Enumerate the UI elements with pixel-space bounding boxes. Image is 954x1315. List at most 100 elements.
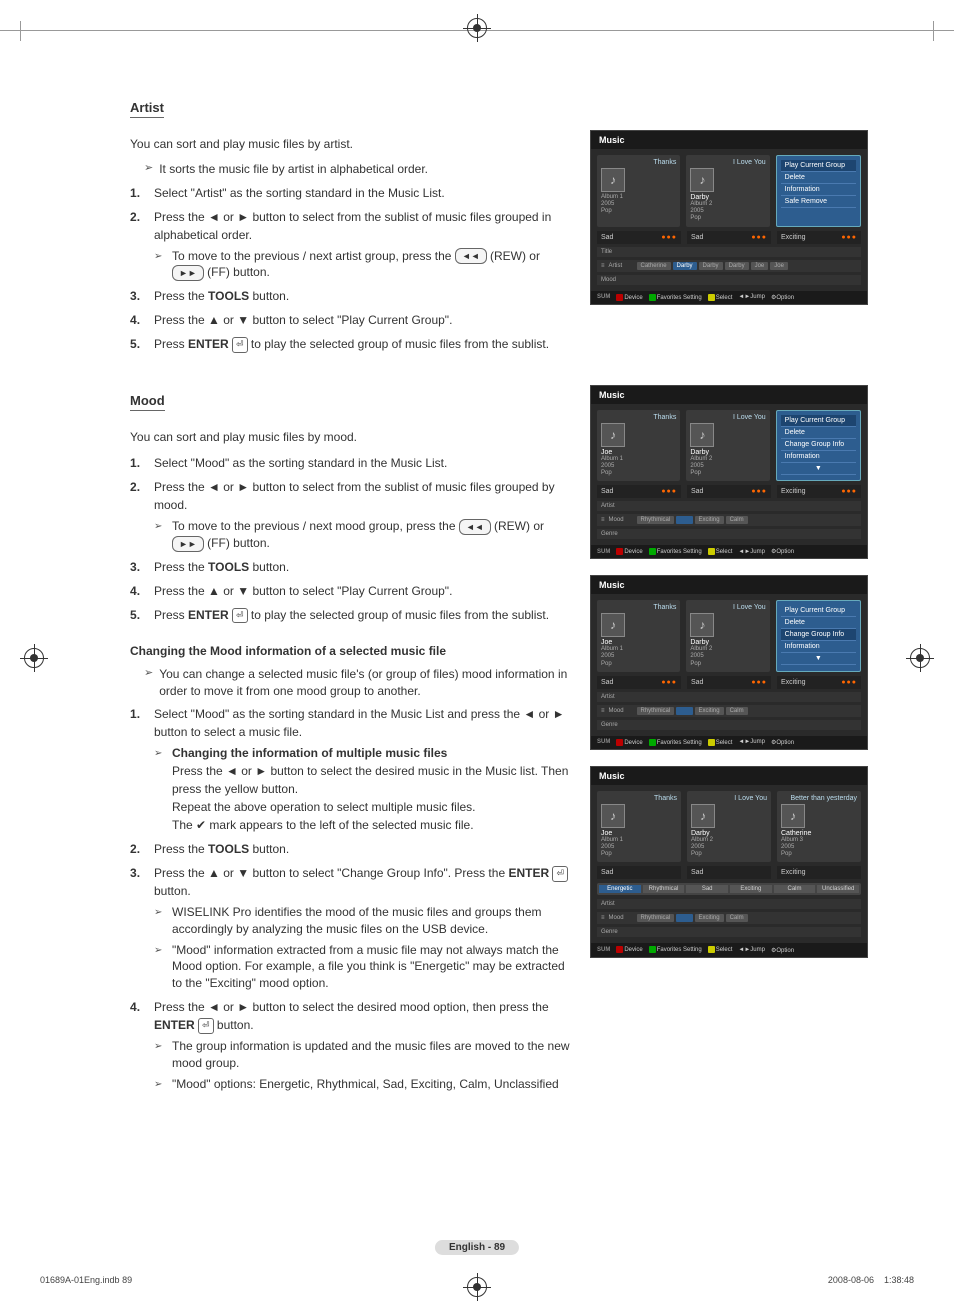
change-step-4-note2: "Mood" options: Energetic, Rhythmical, S… (154, 1076, 570, 1093)
sort-bar-title: Title (597, 247, 861, 257)
music-card: I Love You Darby Album 22005Pop (687, 791, 771, 863)
music-card: Thanks Joe Album 12005Pop (597, 791, 681, 863)
mood-selector: Energetic Rhythmical Sad Exciting Calm U… (597, 883, 861, 895)
tools-label: TOOLS (208, 289, 249, 303)
menu-item: Delete (781, 427, 856, 439)
menu-item: ▼ (781, 463, 856, 475)
sort-bar-mood: Mood (597, 275, 861, 285)
menu-item: Change Group Info (781, 439, 856, 451)
mood-tag: Sad●●● (597, 231, 681, 244)
menu-item: Delete (781, 617, 856, 629)
music-note-icon (601, 168, 625, 192)
artist-note: ➢ It sorts the music file by artist in a… (144, 161, 570, 178)
sort-bar-artist: Artist (597, 899, 861, 909)
enter-icon: ⏎ (198, 1018, 214, 1034)
registration-mark-icon (910, 648, 930, 668)
artist-step-2: Press the ◄ or ► button to select from t… (130, 208, 570, 282)
change-step-2: Press the TOOLS button. (130, 840, 570, 858)
screenshot-artist: Music Thanks Album 12005Pop I Love You D… (590, 130, 868, 305)
mood-step-2-note: To move to the previous / next mood grou… (154, 518, 570, 552)
change-step-3: Press the ▲ or ▼ button to select "Chang… (130, 864, 570, 992)
sort-bar-mood: ≡ Mood Rhythmical Exciting Calm (597, 705, 861, 717)
sort-icon: ≡ (601, 915, 605, 921)
ff-button-icon: ►► (172, 536, 204, 552)
sort-bar-mood: ≡ Mood Rhythmical Exciting Calm (597, 912, 861, 924)
mood-tag: Sad●●● (687, 676, 771, 689)
sort-bar-artist: Artist (597, 501, 861, 511)
music-card: Better than yesterday Catherine Album 32… (777, 791, 861, 863)
sort-bar-artist: Artist (597, 692, 861, 702)
menu-item: Delete (781, 172, 856, 184)
enter-label: ENTER (154, 1018, 195, 1032)
screenshot-mood-2: Music Thanks Joe Album 12005Pop I Love Y… (590, 575, 868, 750)
artist-step-4: Press the ▲ or ▼ button to select "Play … (130, 311, 570, 329)
sort-icon: ≡ (601, 517, 605, 523)
music-note-icon (601, 423, 625, 447)
mood-intro: You can sort and play music files by moo… (130, 429, 570, 446)
mood-tag: Exciting (777, 866, 861, 879)
sort-icon: ≡ (601, 263, 605, 269)
enter-icon: ⏎ (552, 866, 568, 882)
mood-step-2: Press the ◄ or ► button to select from t… (130, 478, 570, 552)
section-title-artist: Artist (130, 100, 164, 118)
artist-step-5: Press ENTER ⏎ to play the selected group… (130, 335, 570, 353)
menu-item: Play Current Group (781, 160, 856, 172)
mood-tag: Sad●●● (687, 485, 771, 498)
menu-item: Change Group Info (781, 629, 856, 641)
panel-title: Music (591, 576, 867, 594)
rew-button-icon: ◄◄ (459, 519, 491, 535)
context-menu: Play Current Group Delete Change Group I… (776, 410, 861, 482)
artist-step-3: Press the TOOLS button. (130, 287, 570, 305)
panel-title: Music (591, 131, 867, 149)
ff-button-icon: ►► (172, 265, 204, 281)
enter-label: ENTER (508, 866, 549, 880)
artist-note-text: It sorts the music file by artist in alp… (159, 161, 428, 178)
enter-icon: ⏎ (232, 337, 248, 353)
context-menu: Play Current Group Delete Information Sa… (776, 155, 861, 227)
menu-item: Play Current Group (781, 415, 856, 427)
mood-tag: Exciting●●● (777, 485, 861, 498)
panel-title: Music (591, 386, 867, 404)
mood-step-5: Press ENTER ⏎ to play the selected group… (130, 606, 570, 624)
artist-intro: You can sort and play music files by art… (130, 136, 570, 153)
section-title-mood: Mood (130, 393, 165, 411)
mood-tag: Sad●●● (687, 231, 771, 244)
change-step-4-note1: The group information is updated and the… (154, 1038, 570, 1072)
menu-item: Information (781, 641, 856, 653)
sort-bar-genre: Genre (597, 927, 861, 937)
tools-label: TOOLS (208, 560, 249, 574)
mood-tag: Sad●●● (597, 485, 681, 498)
artist-step-1: Select "Artist" as the sorting standard … (130, 184, 570, 202)
music-note-icon (690, 423, 714, 447)
menu-item: Information (781, 451, 856, 463)
music-note-icon (690, 168, 714, 192)
status-bar: SUM Device Favorites Setting Select ◄►Ju… (591, 545, 867, 558)
sort-bar-mood: ≡ Mood Rhythmical Exciting Calm (597, 514, 861, 526)
tools-label: TOOLS (208, 842, 249, 856)
registration-mark-icon (467, 18, 487, 38)
menu-item: Safe Remove (781, 196, 856, 208)
sort-bar-genre: Genre (597, 720, 861, 730)
status-bar: SUM Device Favorites Setting Select ◄►Ju… (591, 291, 867, 304)
screenshot-mood-1: Music Thanks Joe Album 12005Pop I Love Y… (590, 385, 868, 560)
screenshot-mood-3: Music Thanks Joe Album 12005Pop I Love Y… (590, 766, 868, 958)
change-mood-heading: Changing the Mood information of a selec… (130, 644, 570, 658)
registration-mark-icon (467, 1277, 487, 1297)
music-card: I Love You Darby Album 22005Pop (686, 410, 769, 482)
enter-label: ENTER (188, 337, 229, 351)
change-step-1-sub: Changing the information of multiple mus… (154, 745, 570, 834)
music-card: Thanks Joe Album 12005Pop (597, 410, 680, 482)
mood-tag: Sad●●● (597, 676, 681, 689)
change-step-3-note2: "Mood" information extracted from a musi… (154, 942, 570, 992)
music-note-icon (601, 804, 625, 828)
panel-title: Music (591, 767, 867, 785)
menu-item: Information (781, 184, 856, 196)
artist-step-2-note: To move to the previous / next artist gr… (154, 248, 570, 282)
music-note-icon (601, 613, 625, 637)
page-number: English - 89 (435, 1240, 519, 1255)
music-note-icon (690, 613, 714, 637)
status-bar: SUM Device Favorites Setting Select ◄►Ju… (591, 736, 867, 749)
music-card: I Love You Darby Album 22005Pop (686, 600, 769, 672)
change-step-1: Select "Mood" as the sorting standard in… (130, 705, 570, 834)
rew-button-icon: ◄◄ (455, 248, 487, 264)
